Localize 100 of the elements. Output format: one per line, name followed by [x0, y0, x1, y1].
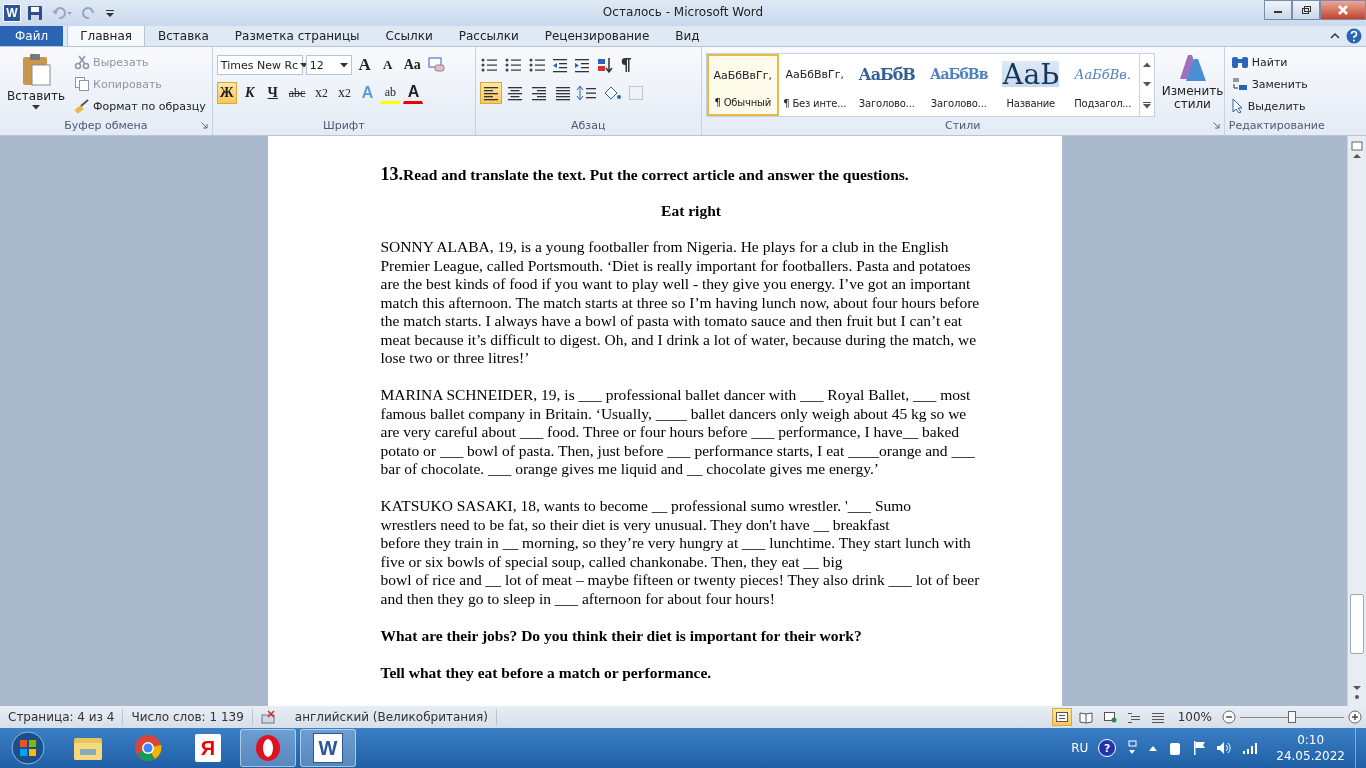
dropdown-caret-icon[interactable]	[339, 62, 348, 68]
word-logo-icon[interactable]: W	[313, 733, 343, 763]
style-item[interactable]: АаБбВ Заголово...	[850, 54, 923, 116]
document-heading: Eat right	[661, 202, 721, 219]
grow-font-button[interactable]: A	[354, 54, 375, 76]
file-menu-tab[interactable]: Файл	[0, 25, 64, 46]
opera-logo-icon[interactable]	[253, 733, 283, 763]
ribbon-tab[interactable]: Рассылки	[445, 25, 532, 46]
ribbon-tab[interactable]: Ссылки	[372, 25, 446, 46]
underline-button[interactable]: Ч	[262, 82, 283, 104]
keyboard-language[interactable]: RU	[1071, 741, 1089, 755]
zoom-out-icon[interactable]	[1222, 710, 1236, 724]
style-item[interactable]: АаБбВв. Подзагол...	[1066, 54, 1139, 116]
word-logo-icon[interactable]: W	[3, 4, 21, 22]
style-item[interactable]: АаБбВвГг, ¶ Без инте...	[778, 54, 851, 116]
ribbon-tab[interactable]: Вид	[662, 25, 713, 46]
change-case-button[interactable]: Aa	[400, 54, 424, 76]
bullet-list-icon[interactable]	[479, 57, 498, 73]
pilcrow-icon[interactable]	[619, 57, 632, 73]
styles-icon[interactable]	[1177, 53, 1208, 83]
close-icon[interactable]	[1337, 4, 1349, 16]
taskbar-app[interactable]: Я	[180, 729, 236, 767]
group-title: Редактирование	[1228, 119, 1325, 132]
style-item[interactable]: АаЬ Название	[994, 54, 1067, 116]
italic-button[interactable]: К	[239, 82, 260, 104]
page-count[interactable]: Страница: 4 из 4	[0, 709, 124, 725]
dialog-launcher-icon[interactable]	[200, 122, 208, 129]
shrink-font-button[interactable]: A	[377, 54, 398, 76]
taskbar-app[interactable]: W	[300, 729, 356, 767]
style-item[interactable]: АаБбВв Заголово...	[922, 54, 995, 116]
align-left-button[interactable]	[479, 82, 502, 104]
zoom-level[interactable]: 100%	[1177, 710, 1212, 724]
paragraph: SONNY ALABA, 19, is a young footballer from Nigeria. He plays for a club in the English Premier League, called Portsmouth. ‘Diet is really important for footballers. Pasta and potatoes are the best kinds of food if you want to play well - they give you energy. I’ve got an important match this afternoon. The match starts at three so I’m having lunch now, about four hours before the match starts. I always have a bowl of pasta with tomato sauce and then fruit but I can’t eat meat because it’s difficult to digest. Oh, and I drink a lot of water, because during the match, we lose two or three litres!’	[380, 238, 981, 368]
help-icon[interactable]	[1346, 28, 1362, 44]
minimize-button[interactable]	[1264, 0, 1292, 20]
taskbar-app[interactable]	[240, 729, 296, 767]
increase-indent-icon[interactable]	[573, 57, 590, 73]
windows-logo-icon[interactable]	[11, 731, 45, 765]
close-button[interactable]	[1320, 0, 1366, 20]
sort-icon[interactable]	[595, 57, 614, 73]
copy-icon	[74, 76, 91, 92]
restore-icon[interactable]	[1301, 5, 1311, 15]
ribbon-tab[interactable]: Вставка	[145, 25, 222, 46]
windows-switch-icon[interactable]	[1126, 740, 1139, 756]
question-text: What are their jobs? Do you think their diet is important for their work?	[380, 626, 863, 645]
color-button[interactable]: A	[403, 82, 424, 104]
vertical-scroll-bar[interactable]	[1347, 136, 1366, 706]
font-size-field[interactable]: 12	[305, 55, 352, 75]
group-title: Буфер обмена	[64, 119, 148, 132]
ruler-toggle-icon[interactable]	[1351, 140, 1363, 152]
replace-button[interactable]: Заменить	[1228, 73, 1310, 95]
signal-bars-icon[interactable]	[1242, 741, 1259, 755]
collapse-ribbon-icon[interactable]	[1330, 31, 1340, 41]
scroll-thumb[interactable]	[1350, 594, 1364, 654]
scroll-up-icon[interactable]	[1142, 61, 1151, 67]
strike-button[interactable]: abc	[285, 82, 309, 104]
bold-button[interactable]: Ж	[216, 82, 237, 104]
clipboard-icon[interactable]	[20, 53, 53, 87]
proofing-icon[interactable]	[260, 710, 277, 724]
speaker-icon[interactable]	[1216, 740, 1233, 756]
restore-button[interactable]	[1292, 0, 1320, 20]
browse-object-icon[interactable]	[1352, 692, 1362, 702]
chrome-logo-icon[interactable]	[133, 733, 163, 763]
show-hidden-icons-icon[interactable]	[1148, 744, 1159, 752]
style-item[interactable]: АаБбВвГг, ¶ Обычный	[706, 54, 779, 116]
group-title: Абзац	[571, 119, 606, 132]
dropdown-caret-icon[interactable]	[32, 105, 41, 110]
brush-button[interactable]: Формат по образцу	[72, 95, 208, 117]
ribbon-tab[interactable]: Главная	[67, 24, 145, 46]
clear-formatting-icon[interactable]	[426, 57, 445, 73]
clock-date[interactable]: 24.05.2022	[1276, 748, 1345, 764]
gallery-scroll-bar[interactable]	[1138, 54, 1154, 116]
zoom-slider-thumb[interactable]	[1288, 711, 1296, 723]
scroll-down-icon[interactable]	[1142, 81, 1151, 87]
language-indicator[interactable]: английский (Великобритания)	[294, 710, 488, 724]
highlight-button[interactable]: ab	[380, 82, 401, 104]
paste-button[interactable]: Вставить	[4, 51, 69, 119]
scroll-down-icon[interactable]	[1352, 684, 1362, 692]
save-icon[interactable]	[27, 5, 43, 21]
ribbon-tab[interactable]: Рецензирование	[531, 25, 663, 46]
change-styles-button[interactable]: Изменить стили	[1158, 51, 1227, 119]
zoom-slider[interactable]	[1240, 711, 1344, 723]
multilevel-list-icon[interactable]	[527, 57, 546, 73]
dropdown-caret-icon[interactable]	[300, 62, 309, 68]
zoom-in-icon[interactable]	[1348, 710, 1362, 724]
scroll-up-icon[interactable]	[1352, 152, 1362, 160]
window-title: Осталось - Microsoft Word	[602, 5, 764, 19]
help-button[interactable]: ?	[1098, 739, 1117, 757]
expand-gallery-icon[interactable]	[1142, 101, 1151, 109]
select-button[interactable]: Выделить	[1228, 95, 1308, 117]
yandex-logo-icon[interactable]: Я	[195, 734, 221, 762]
decrease-indent-icon[interactable]	[551, 57, 568, 73]
dialog-launcher-icon[interactable]	[1212, 122, 1220, 129]
flag-icon[interactable]	[1192, 740, 1207, 756]
clock-time[interactable]: 0:10	[1276, 732, 1345, 748]
find-button[interactable]: Найти	[1228, 51, 1290, 73]
word-count[interactable]: Число слов: 1 139	[123, 709, 253, 725]
numbered-list-icon[interactable]	[503, 57, 522, 73]
ribbon-tab[interactable]: Разметка страницы	[221, 25, 373, 46]
font-name-field[interactable]: Times New Rc	[216, 55, 303, 75]
